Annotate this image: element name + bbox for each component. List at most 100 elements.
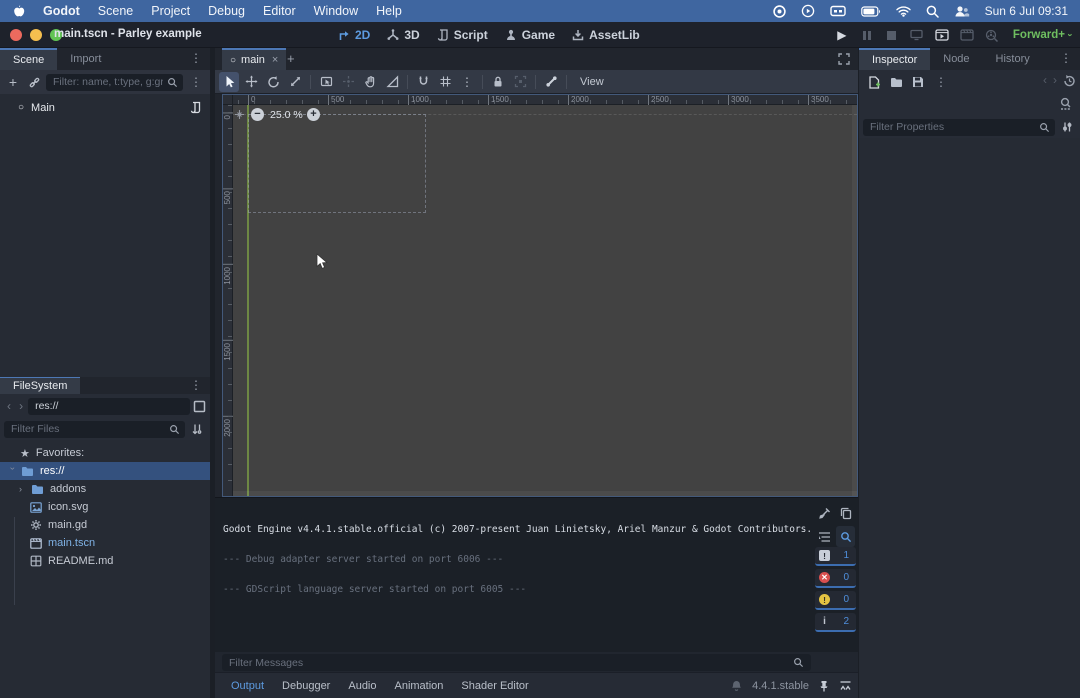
mode-2d-button[interactable]: 2D	[338, 28, 370, 42]
sort-files-icon[interactable]	[188, 420, 206, 438]
fs-item-main-gd[interactable]: main.gd	[0, 516, 210, 534]
stop-button[interactable]	[884, 27, 900, 43]
fast-user-switch-icon[interactable]	[954, 5, 970, 18]
zoom-level-value[interactable]: 25.0 %	[270, 109, 303, 121]
message-count-toggle[interactable]: ! 1	[815, 547, 856, 566]
save-resource-icon[interactable]	[909, 73, 927, 91]
menu-godot[interactable]: Godot	[43, 4, 80, 18]
favorites-header[interactable]: ★ Favorites:	[0, 444, 210, 462]
pan-tool-button[interactable]	[360, 72, 380, 92]
scene-filter-input[interactable]	[46, 74, 183, 91]
close-tab-icon[interactable]: ×	[272, 54, 278, 66]
grid-snap-button[interactable]	[435, 72, 455, 92]
tab-history[interactable]: History	[983, 48, 1043, 70]
editor-message-count-toggle[interactable]: i 2	[815, 613, 856, 632]
snap-options-menu-icon[interactable]: ⋮	[457, 72, 477, 92]
inspector-dock-menu-icon[interactable]: ⋮	[1056, 52, 1076, 64]
mode-game-button[interactable]: Game	[505, 28, 555, 42]
load-resource-icon[interactable]	[887, 73, 905, 91]
spotlight-search-icon[interactable]	[926, 5, 939, 18]
warning-count-toggle[interactable]: ! 0	[815, 591, 856, 610]
fs-item-icon-svg[interactable]: icon.svg	[0, 498, 210, 516]
fs-item-res-root[interactable]: › res://	[0, 462, 210, 480]
tab-filesystem[interactable]: FileSystem	[0, 377, 80, 394]
tab-scene[interactable]: Scene	[0, 48, 57, 70]
open-docs-search-icon[interactable]	[1059, 97, 1073, 111]
zoom-in-button[interactable]: +	[307, 108, 320, 121]
collapse-caret-icon[interactable]: ›	[8, 467, 18, 475]
notifications-bell-icon[interactable]	[731, 680, 742, 692]
mode-3d-button[interactable]: 3D	[387, 28, 419, 42]
use-snap-button[interactable]	[413, 72, 433, 92]
filter-properties-input[interactable]	[863, 119, 1055, 136]
rotate-tool-button[interactable]	[263, 72, 283, 92]
copy-output-icon[interactable]	[836, 503, 855, 524]
resource-extra-menu-icon[interactable]: ⋮	[931, 76, 951, 88]
canvas-hscrollbar[interactable]	[233, 491, 857, 496]
nav-back-icon[interactable]: ‹	[4, 399, 14, 413]
scene-dock-menu-icon[interactable]: ⋮	[186, 52, 206, 64]
display-icon[interactable]	[830, 5, 846, 17]
menu-project[interactable]: Project	[151, 4, 190, 18]
close-window-button[interactable]	[10, 29, 22, 41]
new-scene-tab-button[interactable]: +	[287, 51, 295, 66]
error-count-toggle[interactable]: ✕ 0	[815, 569, 856, 588]
canvas-vscrollbar[interactable]	[852, 105, 857, 496]
battery-icon[interactable]	[861, 6, 881, 17]
group-selected-button[interactable]	[510, 72, 530, 92]
filesystem-dock-menu-icon[interactable]: ⋮	[186, 379, 206, 391]
search-output-icon[interactable]	[836, 526, 855, 547]
list-select-tool-button[interactable]	[316, 72, 336, 92]
wifi-icon[interactable]	[896, 6, 911, 17]
2d-canvas[interactable]: 0 500 1000 1500 2000 2500 3000 3500 0 50…	[222, 94, 858, 497]
movie-maker-button[interactable]	[984, 27, 1000, 43]
menu-help[interactable]: Help	[376, 4, 402, 18]
pause-button[interactable]	[859, 27, 875, 43]
view-menu-button[interactable]: View	[572, 76, 612, 88]
fs-item-addons[interactable]: › addons	[0, 480, 210, 498]
new-resource-icon[interactable]	[865, 73, 883, 91]
filter-messages-input[interactable]	[222, 654, 811, 671]
tab-import[interactable]: Import	[57, 48, 114, 70]
scene-tab-main[interactable]: ○ main ×	[222, 48, 286, 70]
select-tool-button[interactable]	[219, 72, 239, 92]
menu-editor[interactable]: Editor	[263, 4, 296, 18]
tab-node[interactable]: Node	[930, 48, 982, 70]
add-node-button[interactable]: +	[4, 73, 22, 91]
fs-item-main-tscn[interactable]: main.tscn	[0, 534, 210, 552]
path-input[interactable]	[28, 398, 190, 415]
ruler-tool-button[interactable]	[382, 72, 402, 92]
object-history-icon[interactable]	[1063, 74, 1076, 87]
screen-record-icon[interactable]	[773, 5, 786, 18]
instantiate-scene-button[interactable]	[25, 73, 43, 91]
move-tool-button[interactable]	[241, 72, 261, 92]
expand-bottom-panel-icon[interactable]	[839, 680, 852, 692]
zoom-out-button[interactable]: −	[251, 108, 264, 121]
toggle-split-mode-icon[interactable]	[192, 397, 206, 415]
skeleton-options-button[interactable]	[541, 72, 561, 92]
bottom-tab-debugger[interactable]: Debugger	[273, 680, 339, 692]
mode-script-button[interactable]: Script	[437, 28, 488, 42]
bottom-tab-shader-editor[interactable]: Shader Editor	[452, 680, 537, 692]
history-back-icon[interactable]: ‹	[1043, 73, 1047, 87]
menu-debug[interactable]: Debug	[208, 4, 245, 18]
filter-files-input[interactable]	[4, 421, 185, 438]
bottom-tab-output[interactable]: Output	[222, 680, 273, 692]
move-pivot-tool-button[interactable]	[338, 72, 358, 92]
expand-caret-icon[interactable]: ›	[19, 484, 27, 494]
apple-menu-icon[interactable]	[12, 4, 25, 19]
collapse-duplicates-icon[interactable]	[815, 526, 834, 547]
remote-debug-icon[interactable]	[909, 27, 925, 43]
play-custom-scene-button[interactable]	[959, 27, 975, 43]
bottom-tab-animation[interactable]: Animation	[386, 680, 453, 692]
attached-script-icon[interactable]	[190, 101, 202, 114]
engine-version-label[interactable]: 4.4.1.stable	[752, 680, 809, 692]
pin-bottom-panel-icon[interactable]	[819, 680, 829, 692]
nav-forward-icon[interactable]: ›	[16, 399, 26, 413]
history-forward-icon[interactable]: ›	[1053, 73, 1057, 87]
play-button[interactable]: ▶	[834, 27, 850, 43]
lock-selected-button[interactable]	[488, 72, 508, 92]
playback-menu-icon[interactable]	[801, 4, 815, 18]
distraction-free-icon[interactable]	[838, 53, 850, 65]
menu-scene[interactable]: Scene	[98, 4, 133, 18]
